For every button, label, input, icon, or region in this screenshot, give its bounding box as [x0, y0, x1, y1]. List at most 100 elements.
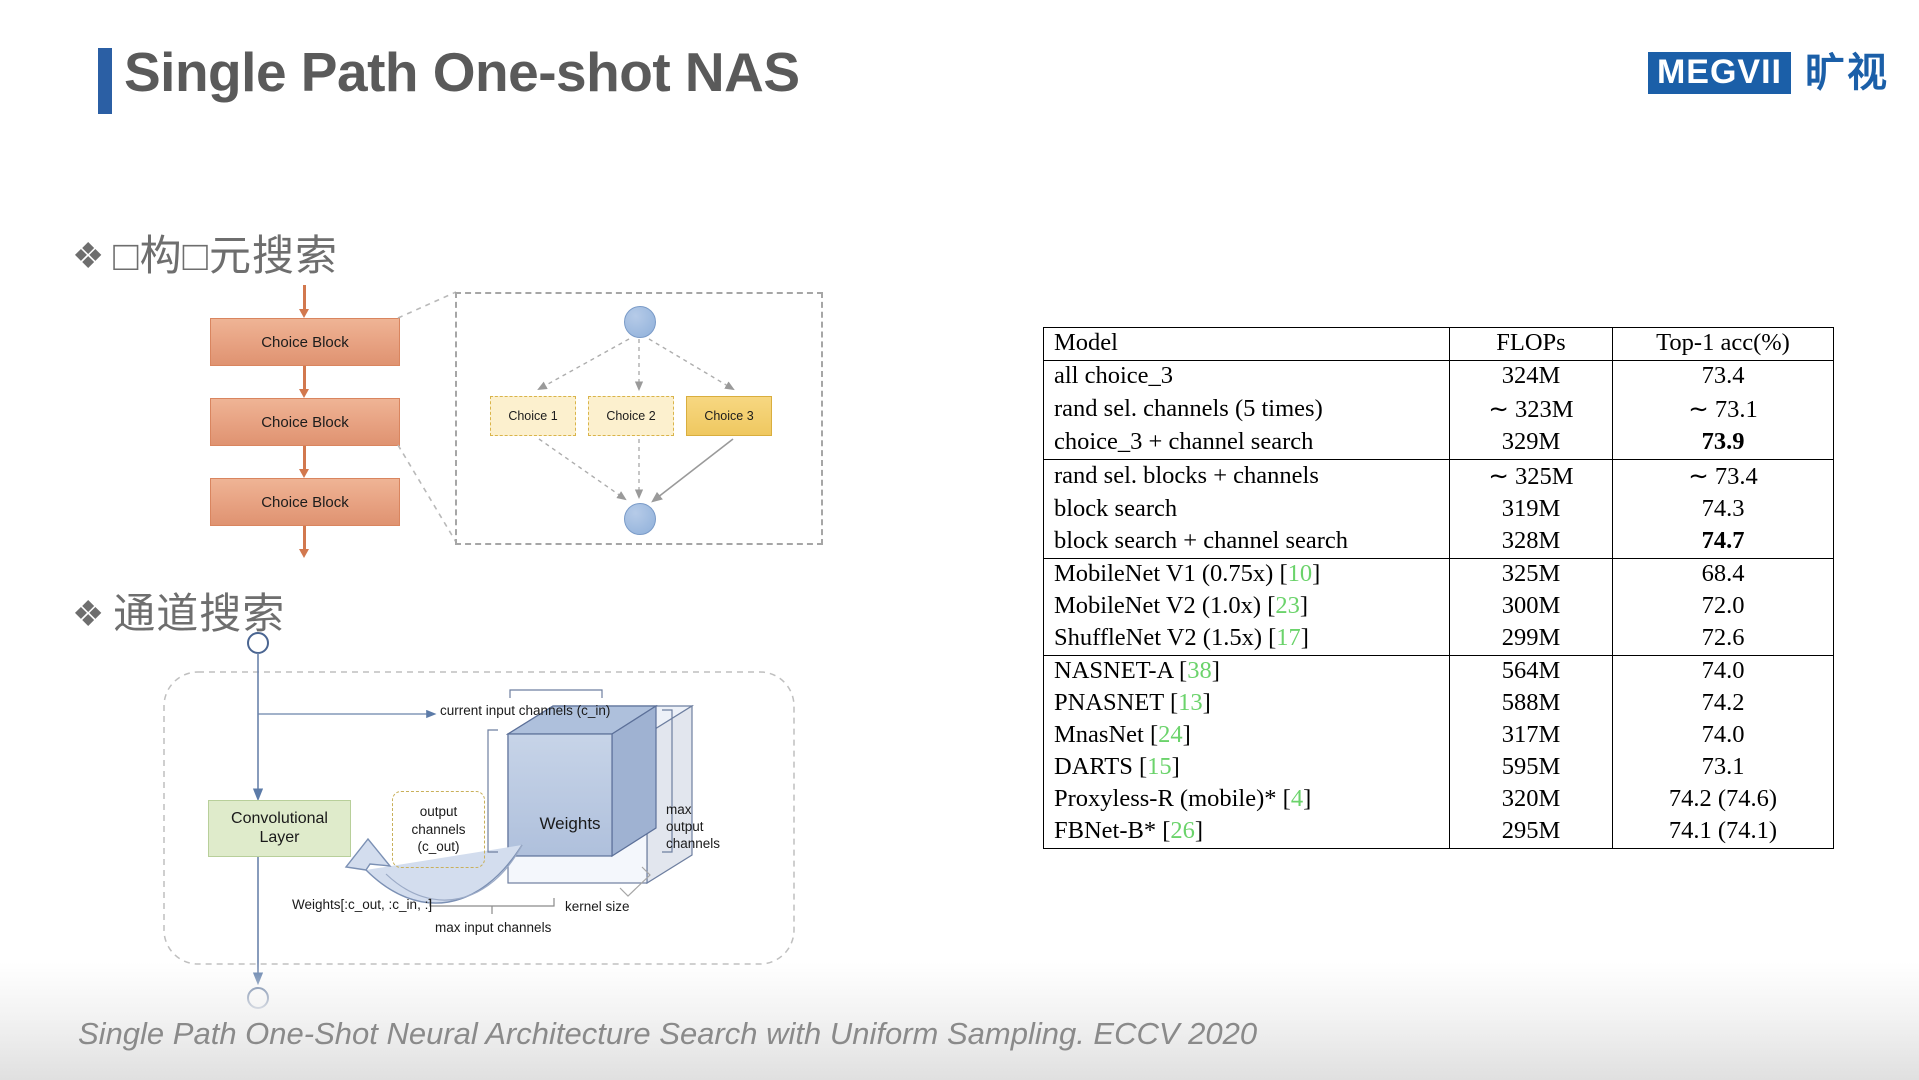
choice-option-2[interactable]: Choice 2 — [588, 396, 674, 436]
convolutional-layer-box: Convolutional Layer — [208, 800, 351, 857]
table-row: MobileNet V1 (0.75x) [10] 325M 68.4 — [1043, 558, 1834, 591]
cell-model: block search — [1043, 494, 1450, 526]
table-row: ShuffleNet V2 (1.5x) [17] 299M 72.6 — [1043, 623, 1834, 656]
cell-model: all choice_3 — [1043, 360, 1450, 393]
table-row: rand sel. blocks + channels ∼ 325M ∼ 73.4 — [1043, 459, 1834, 494]
cell-accuracy: 72.0 — [1612, 591, 1834, 623]
diamond-bullet-icon: ❖ — [72, 593, 106, 634]
citation-ref: 15 — [1147, 753, 1172, 780]
choice-options-panel: Choice 1 Choice 2 Choice 3 — [455, 292, 823, 545]
cell-model: block search + channel search — [1043, 526, 1450, 559]
choice-block-1: Choice Block — [210, 318, 400, 366]
cell-accuracy: 68.4 — [1612, 558, 1834, 591]
table-row: MnasNet [24] 317M 74.0 — [1043, 720, 1834, 752]
cell-model: Proxyless-R (mobile)* [4] — [1043, 784, 1450, 816]
cell-accuracy: 73.9 — [1612, 427, 1834, 460]
choice-option-3-selected[interactable]: Choice 3 — [686, 396, 772, 436]
flow-arrow-icon — [299, 446, 309, 478]
cell-flops: 328M — [1449, 526, 1613, 559]
cell-model: choice_3 + channel search — [1043, 427, 1450, 460]
label-max-output-channels: max output channels — [666, 802, 721, 851]
cell-model: PNASNET [13] — [1043, 688, 1450, 720]
choice-block-chain-diagram: Choice Block Choice Block Choice Block — [200, 285, 450, 558]
choice-block-2: Choice Block — [210, 398, 400, 446]
column-header-model: Model — [1043, 327, 1450, 361]
logo-chinese-name: 旷视 — [1805, 51, 1889, 95]
cell-flops: ∼ 325M — [1449, 459, 1613, 494]
cell-flops: 299M — [1449, 623, 1613, 656]
citation-ref: 13 — [1178, 689, 1203, 716]
cell-model: rand sel. channels (5 times) — [1043, 393, 1450, 427]
citation-ref: 23 — [1275, 592, 1300, 619]
cell-model: MobileNet V1 (0.75x) [10] — [1043, 558, 1450, 591]
table-row: PNASNET [13] 588M 74.2 — [1043, 688, 1834, 720]
citation-ref: 10 — [1287, 560, 1313, 587]
megvii-logo: MEGVII 旷视 — [1647, 51, 1889, 95]
citation-ref: 38 — [1187, 657, 1212, 684]
output-channels-note: output channels (c_out) — [392, 791, 485, 868]
table-row: MobileNet V2 (1.0x) [23] 300M 72.0 — [1043, 591, 1834, 623]
cell-flops: 588M — [1449, 688, 1613, 720]
table-row: DARTS [15] 595M 73.1 — [1043, 752, 1834, 784]
cell-accuracy: 74.0 — [1612, 655, 1834, 688]
cell-accuracy: 73.4 — [1612, 360, 1834, 393]
graph-output-node — [624, 503, 656, 535]
choice-block-3: Choice Block — [210, 478, 400, 526]
table-row: block search 319M 74.3 — [1043, 494, 1834, 526]
table-header: Model FLOPs Top-1 acc(%) — [1043, 327, 1834, 361]
cell-accuracy: ∼ 73.1 — [1612, 393, 1834, 427]
cell-accuracy: 74.0 — [1612, 720, 1834, 752]
flow-arrow-icon — [299, 526, 309, 558]
bullet-label-1: □构□元搜索 — [113, 232, 339, 279]
cell-flops: 329M — [1449, 427, 1613, 460]
table-body: all choice_3 324M 73.4 rand sel. channels (… — [1043, 360, 1834, 849]
cell-accuracy: 73.1 — [1612, 752, 1834, 784]
cell-accuracy: 74.2 (74.6) — [1612, 784, 1834, 816]
cell-model: NASNET-A [38] — [1043, 655, 1450, 688]
cell-flops: 320M — [1449, 784, 1613, 816]
results-table: Model FLOPs Top-1 acc(%) all choice_3 324… — [1043, 327, 1834, 849]
table-row: FBNet-B* [26] 295M 74.1 (74.1) — [1043, 816, 1834, 849]
column-header-acc: Top-1 acc(%) — [1612, 327, 1834, 361]
cell-accuracy: 72.6 — [1612, 623, 1834, 656]
table-row: NASNET-A [38] 564M 74.0 — [1043, 655, 1834, 688]
bullet-block-search: ❖ □构□元搜索 — [72, 222, 338, 283]
cell-accuracy: 74.2 — [1612, 688, 1834, 720]
flow-arrow-icon — [299, 285, 309, 318]
table-row: all choice_3 324M 73.4 — [1043, 360, 1834, 393]
cell-flops: 317M — [1449, 720, 1613, 752]
cell-model: MobileNet V2 (1.0x) [23] — [1043, 591, 1450, 623]
citation-ref: 4 — [1290, 785, 1304, 812]
table-row: choice_3 + channel search 329M 73.9 — [1043, 427, 1834, 460]
label-weights-slice: Weights[:c_out, :c_in, :] — [292, 897, 433, 912]
diamond-bullet-icon: ❖ — [72, 235, 106, 276]
cell-flops: 324M — [1449, 360, 1613, 393]
logo-wordmark: MEGVII — [1647, 52, 1791, 94]
cell-flops: 595M — [1449, 752, 1613, 784]
footer-citation: Single Path One-Shot Neural Architecture… — [78, 1016, 1258, 1051]
citation-ref: 17 — [1276, 624, 1301, 651]
cell-flops: 300M — [1449, 591, 1613, 623]
table-row: Proxyless-R (mobile)* [4] 320M 74.2 (74.6) — [1043, 784, 1834, 816]
cell-model: DARTS [15] — [1043, 752, 1450, 784]
channel-search-diagram: Convolutional Layer output channels (c_o… — [150, 630, 840, 1010]
citation-ref: 26 — [1170, 817, 1195, 844]
cell-accuracy: 74.3 — [1612, 494, 1834, 526]
cell-model: ShuffleNet V2 (1.5x) [17] — [1043, 623, 1450, 656]
label-max-input-channels: max input channels — [435, 920, 552, 935]
cell-accuracy: 74.1 (74.1) — [1612, 816, 1834, 849]
cell-flops: ∼ 323M — [1449, 393, 1613, 427]
citation-ref: 24 — [1158, 721, 1183, 748]
label-current-input-channels: current input channels (c_in) — [440, 703, 611, 718]
table-row: block search + channel search 328M 74.7 — [1043, 526, 1834, 559]
page-title: Single Path One-shot NAS — [124, 41, 800, 103]
cell-flops: 564M — [1449, 655, 1613, 688]
cell-accuracy: 74.7 — [1612, 526, 1834, 559]
cell-model: FBNet-B* [26] — [1043, 816, 1450, 849]
flow-arrow-icon — [299, 366, 309, 398]
column-header-flops: FLOPs — [1449, 327, 1613, 361]
title-accent-bar — [98, 48, 112, 114]
graph-input-node — [624, 306, 656, 338]
weights-cube-label: Weights — [539, 814, 601, 833]
choice-option-1[interactable]: Choice 1 — [490, 396, 576, 436]
